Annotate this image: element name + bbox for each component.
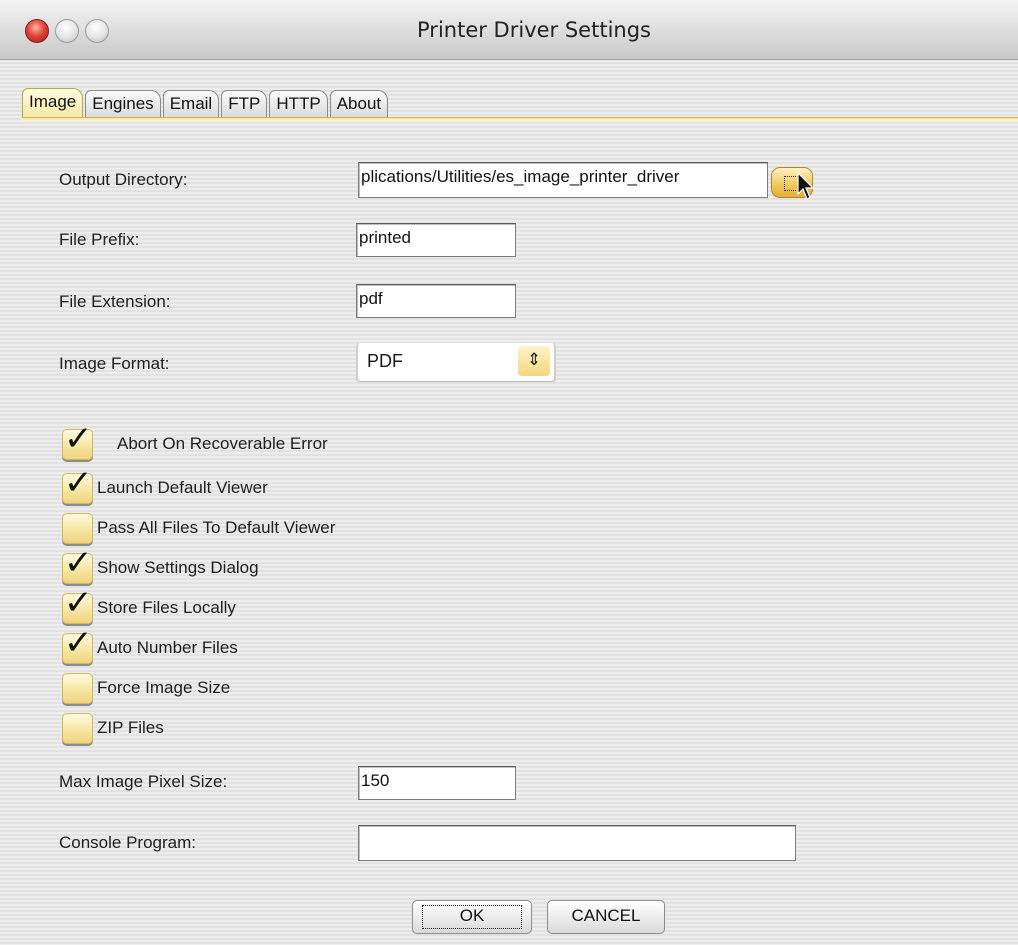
checkbox-label: Force Image Size — [97, 678, 231, 697]
cancel-button[interactable]: CANCEL — [547, 900, 665, 934]
tab-image[interactable]: Image — [22, 88, 84, 118]
output-directory-label: Output Directory: — [59, 170, 188, 189]
mouse-pointer-icon — [797, 172, 815, 200]
max-image-pixel-size-field[interactable]: 150 — [358, 766, 516, 800]
checkbox-label: Abort On Recoverable Error — [117, 434, 328, 453]
checkbox-show-settings-dialog[interactable]: ✓ Show Settings Dialog — [62, 546, 259, 585]
max-image-pixel-size-label: Max Image Pixel Size: — [59, 772, 228, 791]
checkmark-icon: ✓ — [64, 543, 93, 582]
tab-engines[interactable]: Engines — [85, 90, 161, 118]
checkbox-box[interactable]: ✓ — [62, 712, 93, 744]
tab-about[interactable]: About — [329, 90, 389, 118]
stepper-arrows-icon: ⇕ — [518, 346, 550, 376]
checkmark-icon: ✓ — [64, 419, 93, 458]
checkbox-auto-number-files[interactable]: ✓ Auto Number Files — [62, 626, 238, 665]
checkbox-abort-on-recoverable-error[interactable]: ✓ Abort On Recoverable Error — [62, 422, 328, 461]
checkbox-label: Store Files Locally — [97, 598, 236, 617]
window-title: Printer Driver Settings — [417, 18, 651, 42]
checkbox-label: Launch Default Viewer — [97, 478, 268, 497]
title-bar: Printer Driver Settings — [0, 0, 1018, 60]
checkmark-icon: ✓ — [64, 623, 93, 662]
checkbox-store-files-locally[interactable]: ✓ Store Files Locally — [62, 586, 236, 625]
console-program-label: Console Program: — [59, 833, 197, 852]
checkbox-box[interactable]: ✓ — [62, 422, 93, 460]
file-prefix-field[interactable]: printed — [356, 223, 516, 257]
tab-divider — [22, 117, 1018, 121]
tab-ftp[interactable]: FTP — [221, 90, 268, 118]
file-extension-field[interactable]: pdf — [356, 284, 516, 318]
checkbox-launch-default-viewer[interactable]: ✓ Launch Default Viewer — [62, 466, 268, 505]
checkbox-pass-all-files-to-default-viewer[interactable]: ✓ Pass All Files To Default Viewer — [62, 511, 335, 545]
checkbox-label: Pass All Files To Default Viewer — [97, 518, 336, 537]
image-format-value: PDF — [367, 351, 403, 371]
checkbox-label: Auto Number Files — [97, 638, 238, 657]
checkbox-box[interactable]: ✓ — [62, 586, 93, 624]
checkbox-box[interactable]: ✓ — [62, 626, 93, 664]
checkbox-box[interactable]: ✓ — [62, 672, 93, 704]
checkbox-box[interactable]: ✓ — [62, 512, 93, 544]
tab-strip: Image Engines Email FTP HTTP About — [22, 86, 390, 118]
image-format-label: Image Format: — [59, 354, 170, 373]
checkmark-icon: ✓ — [64, 463, 93, 502]
checkbox-zip-files[interactable]: ✓ ZIP Files — [62, 711, 164, 745]
checkbox-label: ZIP Files — [97, 718, 164, 737]
output-directory-field[interactable]: plications/Utilities/es_image_printer_dr… — [358, 162, 768, 198]
checkmark-icon: ✓ — [64, 583, 93, 622]
focus-ring — [422, 905, 522, 929]
checkbox-force-image-size[interactable]: ✓ Force Image Size — [62, 671, 230, 705]
tab-http[interactable]: HTTP — [269, 90, 328, 118]
checkbox-label: Show Settings Dialog — [97, 558, 259, 577]
file-extension-label: File Extension: — [59, 292, 171, 311]
checkbox-box[interactable]: ✓ — [62, 546, 93, 584]
checkbox-box[interactable]: ✓ — [62, 466, 93, 504]
tab-email[interactable]: Email — [162, 90, 220, 118]
ok-button[interactable]: OK — [412, 900, 532, 934]
image-format-select[interactable]: PDF ⇕ — [356, 343, 556, 381]
file-prefix-label: File Prefix: — [59, 230, 140, 249]
console-program-field[interactable] — [358, 825, 796, 861]
